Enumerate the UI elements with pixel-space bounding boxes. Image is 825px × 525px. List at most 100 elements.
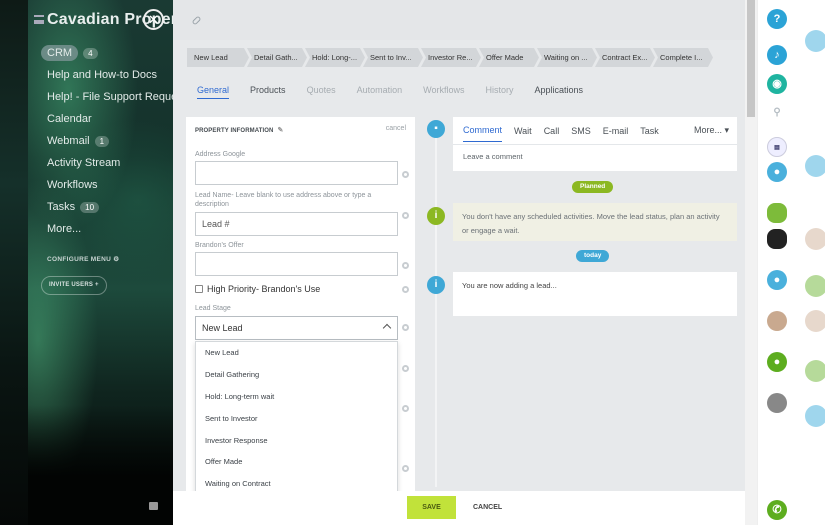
user-avatar-icon[interactable]: ●: [767, 270, 787, 290]
configure-menu-button[interactable]: CONFIGURE MENU ⚙: [47, 255, 119, 263]
scrollbar-thumb[interactable]: [747, 0, 755, 117]
dropdown-option[interactable]: Sent to Investor: [196, 408, 397, 430]
dropdown-option[interactable]: Offer Made: [196, 451, 397, 473]
gear-icon[interactable]: [402, 365, 409, 372]
activity-tab-wait[interactable]: Wait: [514, 120, 532, 142]
stage-item[interactable]: Detail Gath...: [247, 48, 307, 67]
sidebar-item-workflows[interactable]: Workflows: [28, 174, 173, 196]
group-avatar-icon[interactable]: [767, 311, 787, 331]
activity-tab-more[interactable]: More... ▾: [694, 119, 729, 142]
activity-tab-sms[interactable]: SMS: [571, 120, 591, 142]
turtle-avatar-icon[interactable]: [767, 203, 787, 223]
stage-item[interactable]: New Lead: [187, 48, 249, 67]
activity-tab-call[interactable]: Call: [544, 120, 560, 142]
stage-item[interactable]: Offer Made: [479, 48, 539, 67]
printer-icon[interactable]: [149, 502, 158, 510]
gear-icon[interactable]: [402, 324, 409, 331]
sidebar-item-tasks[interactable]: Tasks 10: [28, 196, 173, 218]
avatar: [805, 155, 825, 177]
address-input[interactable]: [195, 161, 398, 185]
tab-automation[interactable]: Automation: [357, 85, 403, 99]
company-logo-icon[interactable]: ▤: [767, 137, 787, 157]
address-label: Address Google: [195, 151, 246, 158]
chevron-up-icon: [382, 323, 392, 333]
invite-users-button[interactable]: INVITE USERS +: [41, 276, 107, 295]
sidebar-item-label: CRM: [41, 45, 79, 61]
sidebar-item-calendar[interactable]: Calendar: [28, 108, 173, 130]
tab-workflows[interactable]: Workflows: [423, 85, 464, 99]
close-icon[interactable]: ✕: [143, 9, 164, 30]
avatar: [805, 360, 825, 382]
today-badge: today: [576, 250, 610, 262]
dropdown-option[interactable]: New Lead: [196, 342, 397, 364]
sidebar-item-webmail[interactable]: Webmail 1: [28, 130, 173, 152]
panel-tabs: General Products Quotes Automation Workflows…: [197, 85, 604, 99]
lead-stage-value: New Lead: [202, 323, 243, 333]
tab-quotes[interactable]: Quotes: [307, 85, 336, 99]
stage-item[interactable]: Waiting on ...: [537, 48, 597, 67]
sidebar-item-more[interactable]: More...: [28, 218, 173, 240]
photo-avatar-icon[interactable]: [767, 393, 787, 413]
stage-item[interactable]: Sent to Inv...: [363, 48, 423, 67]
save-button[interactable]: SAVE: [407, 496, 456, 519]
stage-item[interactable]: Hold: Long-...: [305, 48, 365, 67]
activity-tab-task[interactable]: Task: [640, 120, 659, 142]
linux-avatar-icon[interactable]: [767, 229, 787, 249]
scrollbar[interactable]: [745, 0, 757, 525]
sidebar-item-label: Activity Stream: [47, 157, 121, 169]
lead-slider-panel: New Lead Detail Gath... Hold: Long-... Sent…: [173, 0, 748, 525]
offer-input[interactable]: [195, 252, 398, 276]
activity-tabs: Comment Wait Call SMS E-mail Task More... ▾: [453, 117, 737, 145]
bell-icon[interactable]: ♪: [767, 45, 787, 65]
sidebar-item-crm[interactable]: CRM 4: [28, 42, 173, 64]
planned-card: You don't have any scheduled activities.…: [453, 203, 737, 241]
activity-tab-e-mail[interactable]: E-mail: [603, 120, 629, 142]
tab-general[interactable]: General: [197, 85, 230, 99]
tab-products[interactable]: Products: [250, 85, 286, 99]
cancel-button[interactable]: CANCEL: [473, 496, 502, 519]
tab-applications[interactable]: Applications: [534, 85, 583, 99]
activity-tab-comment[interactable]: Comment: [463, 119, 503, 142]
stage-progress-bar: New Lead Detail Gath... Hold: Long-... Sent…: [187, 48, 711, 67]
avatar: [805, 310, 825, 332]
gear-icon[interactable]: [402, 286, 409, 293]
menu-icon[interactable]: [34, 15, 44, 24]
form-header: PROPERTY INFORMATION ✎: [195, 126, 283, 134]
sidebar-item-label: Tasks: [47, 201, 76, 213]
sidebar-item-label: Help and How-to Docs: [47, 69, 158, 81]
user-avatar-icon[interactable]: ●: [767, 162, 787, 182]
stage-item[interactable]: Contract Ex...: [595, 48, 655, 67]
lead-name-input[interactable]: Lead #: [195, 212, 398, 236]
help-icon[interactable]: ?: [767, 9, 787, 29]
stage-item[interactable]: Complete I...: [653, 48, 713, 67]
lead-stage-select[interactable]: New Lead: [195, 316, 398, 340]
configure-menu-label: CONFIGURE MENU: [47, 256, 112, 263]
stage-item[interactable]: Investor Re...: [421, 48, 481, 67]
sidebar-item-label: Help! - File Support Request: [47, 91, 173, 103]
tab-history[interactable]: History: [485, 85, 513, 99]
comment-input[interactable]: Leave a comment: [453, 145, 737, 168]
user-avatar-icon[interactable]: ●: [767, 352, 787, 372]
link-icon[interactable]: [191, 15, 202, 26]
dropdown-option[interactable]: Hold: Long-term wait: [196, 386, 397, 408]
lead-name-label: Lead Name- Leave blank to use address ab…: [195, 192, 372, 208]
gear-icon[interactable]: [402, 465, 409, 472]
gear-icon[interactable]: [402, 212, 409, 219]
gear-icon[interactable]: [402, 405, 409, 412]
pencil-icon[interactable]: ✎: [277, 126, 283, 134]
invite-users-label: INVITE USERS: [49, 282, 94, 288]
info-icon: i: [427, 207, 445, 225]
gear-icon[interactable]: [402, 262, 409, 269]
form-cancel-link[interactable]: cancel: [386, 125, 406, 132]
dropdown-option[interactable]: Detail Gathering: [196, 364, 397, 386]
sidebar-item-file-support[interactable]: Help! - File Support Request: [28, 86, 173, 108]
priority-checkbox[interactable]: [195, 285, 203, 293]
phone-icon[interactable]: ✆: [767, 500, 787, 520]
gear-icon[interactable]: [402, 171, 409, 178]
search-icon[interactable]: ⚲: [767, 103, 787, 123]
sidebar-item-activity-stream[interactable]: Activity Stream: [28, 152, 173, 174]
sidebar-item-label: More...: [47, 223, 82, 235]
sidebar-item-help-docs[interactable]: Help and How-to Docs: [28, 64, 173, 86]
dropdown-option[interactable]: Investor Response: [196, 430, 397, 452]
chat-icon[interactable]: ◉: [767, 74, 787, 94]
